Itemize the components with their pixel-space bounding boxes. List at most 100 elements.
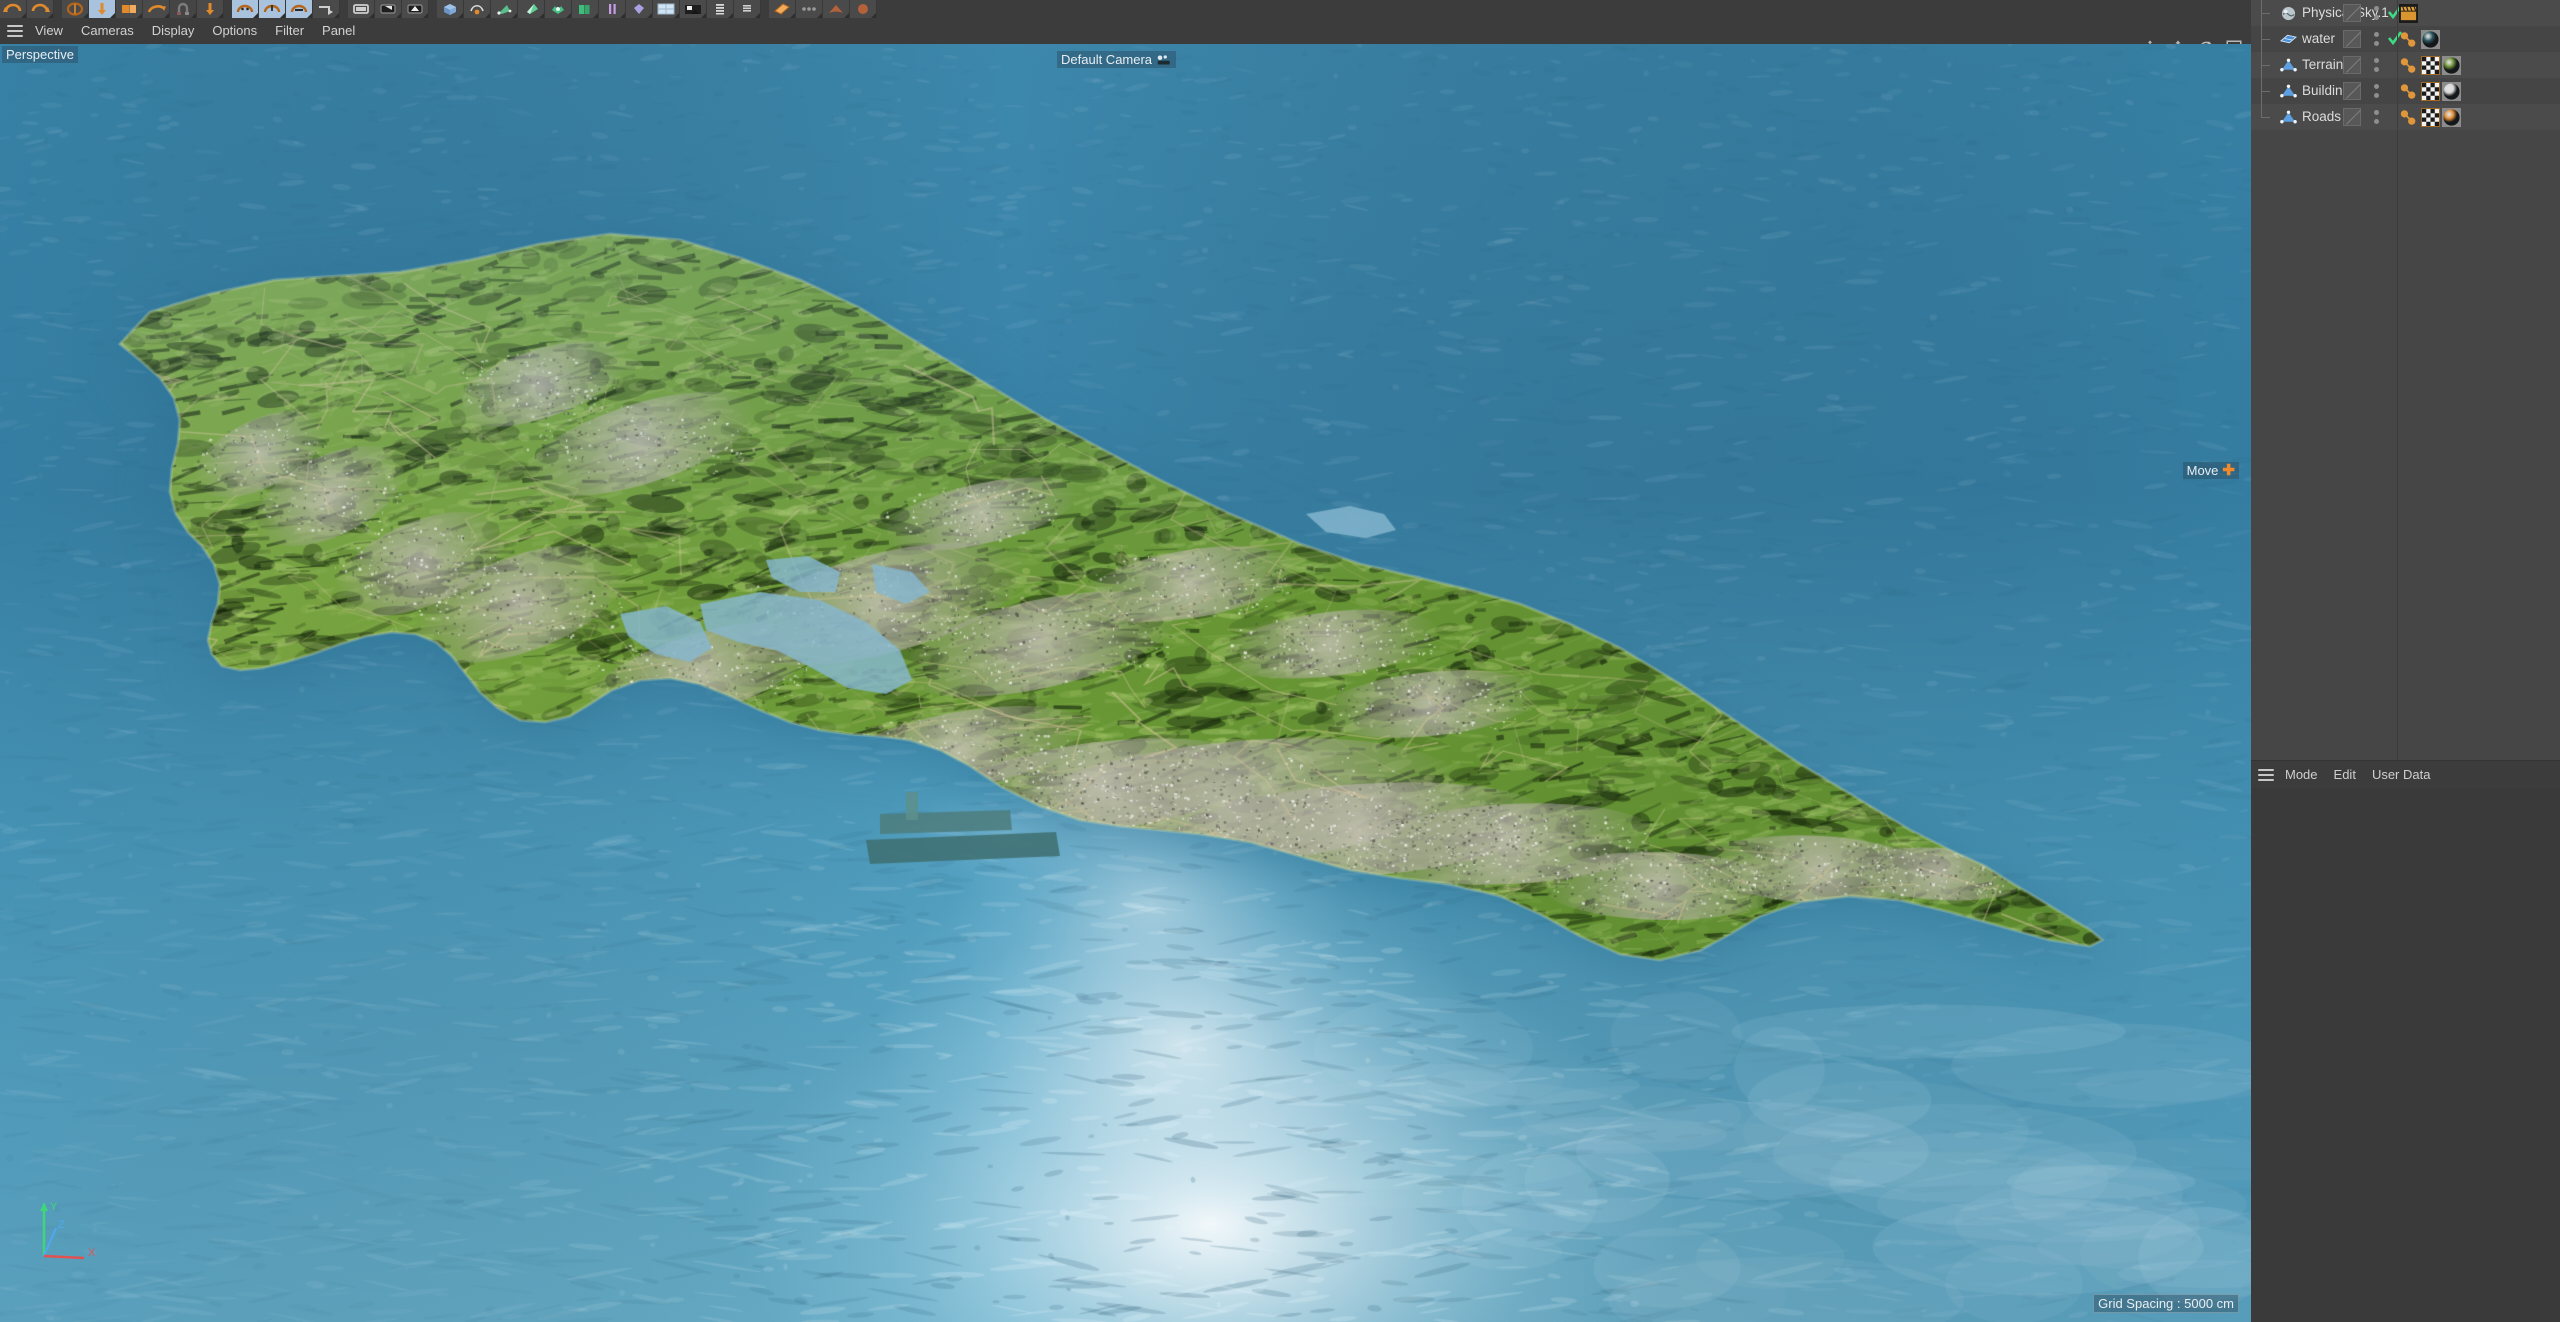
object-manager-row[interactable]: Physical Sky.1 [2251,0,2560,26]
toolbar-button-live-selection[interactable] [62,0,89,18]
main-toolbar [0,0,2560,18]
object-enable-toggle[interactable] [2343,56,2361,74]
mograph-icon [710,2,730,16]
object-tag-column [2399,104,2461,130]
toolbar-button-move[interactable] [89,0,116,18]
toolbar-button-cloth-tool[interactable] [823,0,850,18]
object-tag-column [2399,0,2418,26]
viewport-menu-view[interactable]: View [26,21,72,41]
attr-menu-user-data[interactable]: User Data [2364,765,2439,785]
viewport-menu-display[interactable]: Display [143,21,204,41]
viewport-menu-options[interactable]: Options [203,21,266,41]
object-enable-toggle[interactable] [2343,30,2361,48]
polygon-object-icon [2277,56,2299,74]
toolbar-button-deform-stack[interactable] [734,0,761,18]
object-tag-phong-tag[interactable] [2399,108,2419,127]
toolbar-group-extra [769,0,877,18]
toolbar-button-render-settings[interactable] [402,0,429,18]
object-tag-sky-tag[interactable] [2399,3,2418,23]
toolbar-button-scale[interactable] [116,0,143,18]
viewport-menubar: View Cameras Display Options Filter Pane… [0,18,2251,56]
world-coordinates-icon [316,2,336,16]
viewport-menu-panel[interactable]: Panel [313,21,364,41]
render-region-icon [378,2,398,16]
perspective-viewport[interactable]: Perspective Default Camera Move ✚ Grid S… [0,44,2251,1322]
viewport-menu-filter[interactable]: Filter [266,21,313,41]
object-manager-row[interactable]: Terrain [2251,52,2560,78]
object-tag-phong-tag[interactable] [2399,30,2419,49]
toolbar-separator [340,0,348,18]
object-tag-material-tag[interactable] [2442,55,2461,75]
object-enable-toggle[interactable] [2343,108,2361,126]
toolbar-button-move-down[interactable] [197,0,224,18]
toolbar-button-sphere-tool[interactable] [850,0,877,18]
toolbar-button-render-view[interactable] [348,0,375,18]
object-tag-material-tag[interactable] [2442,107,2461,127]
object-tag-uvw-tag[interactable] [2421,81,2440,101]
object-name[interactable]: Terrain [2299,57,2343,73]
cube-primitive-icon [440,2,460,16]
redo-icon [30,2,50,16]
toolbar-button-lock-x[interactable] [232,0,259,18]
object-name[interactable]: Roads [2299,109,2341,125]
toolbar-button-deformer[interactable] [545,0,572,18]
hamburger-icon[interactable] [2255,766,2277,784]
object-name[interactable]: water [2299,31,2335,47]
object-tag-material-tag[interactable] [2442,81,2461,101]
axis-label-y: Y [50,1201,58,1213]
object-tag-column [2399,52,2461,78]
toolbar-button-dots-tool[interactable] [796,0,823,18]
toolbar-button-redo[interactable] [27,0,54,18]
toolbar-group-render [348,0,429,18]
object-manager-row[interactable]: Buildings [2251,78,2560,104]
attribute-manager-menubar: Mode Edit User Data [2251,760,2560,788]
toolbar-button-spline[interactable] [464,0,491,18]
visibility-dots[interactable] [2369,26,2383,52]
attribute-manager: Mode Edit User Data [2251,760,2560,1322]
attr-menu-edit[interactable]: Edit [2326,765,2364,785]
object-tag-phong-tag[interactable] [2399,82,2419,101]
toolbar-button-render-region[interactable] [375,0,402,18]
toolbar-button-light[interactable] [599,0,626,18]
toolbar-button-volume[interactable] [653,0,680,18]
viewport-camera-label: Default Camera [1057,51,1177,68]
toolbar-button-world-local[interactable] [313,0,340,18]
object-tag-material-tag[interactable] [2421,29,2440,49]
toolbar-button-lock-y[interactable] [259,0,286,18]
attr-menu-mode[interactable]: Mode [2277,765,2326,785]
object-tag-uvw-tag[interactable] [2421,55,2440,75]
object-tag-phong-tag[interactable] [2399,56,2419,75]
toolbar-button-magnet[interactable] [170,0,197,18]
toolbar-button-undo[interactable] [0,0,27,18]
axis-gizmo: Y Z X [40,1201,96,1260]
object-manager-row[interactable]: Roads [2251,104,2560,130]
object-enable-toggle[interactable] [2343,4,2361,22]
toolbar-button-scene[interactable] [572,0,599,18]
toolbar-button-cube[interactable] [437,0,464,18]
object-enable-toggle[interactable] [2343,82,2361,100]
object-tag-uvw-tag[interactable] [2421,107,2440,127]
toolbar-button-array[interactable] [518,0,545,18]
visibility-dots[interactable] [2369,78,2383,104]
scene-objects-icon [575,2,595,16]
render-settings-icon [405,2,425,16]
viewport-menu-cameras[interactable]: Cameras [72,21,143,41]
toolbar-button-rotate[interactable] [143,0,170,18]
hamburger-icon[interactable] [4,22,26,40]
object-manager-row[interactable]: water [2251,26,2560,52]
viewport-render-canvas[interactable] [0,44,2251,1322]
visibility-dots[interactable] [2369,104,2383,130]
toolbar-button-plane-tool[interactable] [769,0,796,18]
toolbar-button-mograph[interactable] [707,0,734,18]
object-manager[interactable]: Physical Sky.1 water Terrain Buildings Roads [2251,0,2560,760]
object-tag-column [2399,78,2461,104]
scale-tool-icon [119,2,139,16]
toolbar-button-lock-z[interactable] [286,0,313,18]
visibility-dots[interactable] [2369,52,2383,78]
magnet-icon [173,2,193,16]
toolbar-button-camera[interactable] [626,0,653,18]
visibility-dots[interactable] [2369,0,2383,26]
light-icon [602,2,622,16]
toolbar-button-nurbs[interactable] [491,0,518,18]
toolbar-button-floor[interactable] [680,0,707,18]
